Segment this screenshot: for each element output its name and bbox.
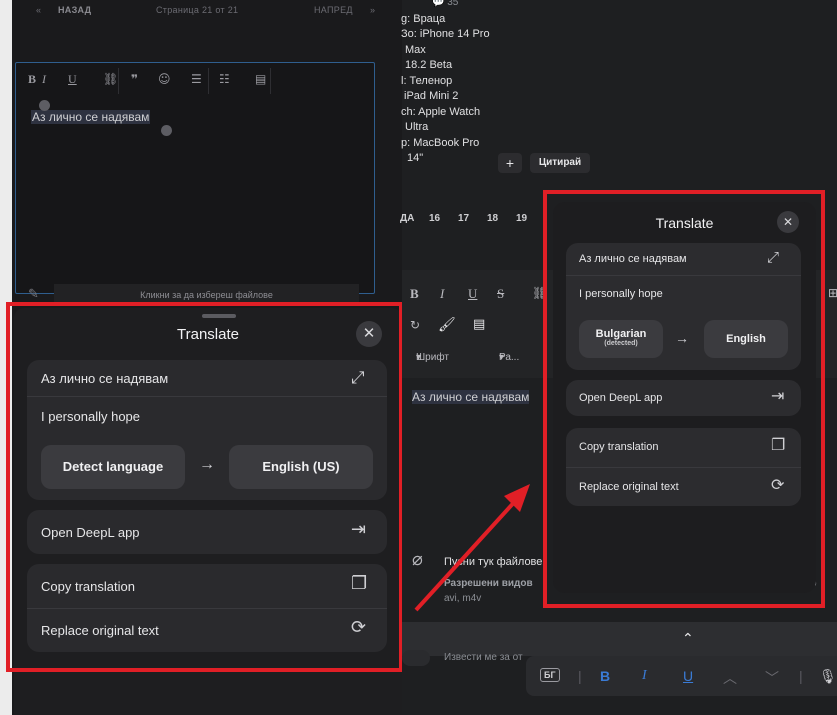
underline-button[interactable]: U (468, 286, 477, 302)
chevron-up-icon[interactable]: ⌃ (682, 630, 694, 647)
chevron-down-icon[interactable]: ﹀ (765, 668, 779, 688)
page-link[interactable]: ДА (400, 213, 414, 224)
info-line: Ultra (405, 121, 429, 133)
bullet-list-icon[interactable]: ☰ (191, 72, 202, 86)
back-chevron-icon[interactable]: « (36, 5, 41, 15)
info-line: Зо: iPhone 14 Pro (401, 28, 490, 40)
link-icon[interactable]: ⛓ (103, 72, 118, 86)
page-link[interactable]: 18 (487, 213, 498, 224)
italic-button[interactable]: I (42, 72, 46, 87)
underline-button[interactable]: U (68, 72, 77, 87)
strikethrough-button[interactable]: S (497, 286, 504, 302)
numbered-list-icon[interactable]: ☷ (219, 72, 230, 86)
paperclip-icon[interactable]: ✎ (28, 286, 39, 302)
page-link[interactable]: 17 (458, 213, 469, 224)
back-link[interactable]: НАЗАД (58, 5, 91, 15)
info-line: l: Теленор (401, 75, 453, 87)
toolbar-divider (208, 68, 209, 94)
bold-button[interactable]: B (600, 668, 610, 684)
bold-button[interactable]: B (410, 286, 419, 302)
selection-start-handle[interactable] (39, 100, 50, 111)
selected-text[interactable]: Аз лично се надявам (412, 390, 530, 404)
next-chevron-icon[interactable]: » (370, 5, 375, 15)
arrow-line (414, 496, 520, 612)
info-line: p: MacBook Pro (401, 137, 480, 149)
selected-text[interactable]: Аз лично се надявам (31, 110, 151, 124)
annotation-arrow (414, 484, 530, 612)
quote-icon[interactable]: ❞ (131, 72, 138, 86)
info-line: ch: Apple Watch (401, 106, 481, 118)
microphone-icon[interactable]: 🎙 (819, 668, 837, 685)
notify-toggle[interactable] (402, 650, 430, 666)
italic-button[interactable]: I (642, 668, 647, 684)
undo-icon[interactable]: ↻ (410, 318, 420, 332)
size-dropdown[interactable]: Ра... ▾ (499, 352, 519, 363)
divider: | (578, 668, 582, 684)
divider: | (799, 668, 803, 684)
reply-editor[interactable] (15, 62, 375, 294)
more-icon[interactable]: ⊞ (828, 286, 837, 300)
keyboard-accessory-bar: БГ | B I U ︿ ﹀ | 🎙 (526, 656, 837, 696)
highlight-box-right (543, 190, 825, 608)
italic-button[interactable]: I (440, 286, 444, 302)
info-line: 18.2 Beta (405, 59, 453, 71)
paint-brush-icon[interactable]: 🖌 (438, 316, 456, 333)
keyboard-language-button[interactable]: БГ (540, 668, 560, 682)
bold-button[interactable]: B (28, 72, 36, 87)
page-link[interactable]: 19 (516, 213, 527, 224)
toolbar-divider (270, 68, 271, 94)
page-indicator: Страница 21 от 21 (156, 5, 239, 15)
font-dropdown[interactable]: Шрифт ▾ (416, 352, 449, 363)
info-line: iPad Mini 2 (404, 90, 459, 102)
next-link[interactable]: НАПРЕД (314, 5, 353, 15)
highlight-box-left (6, 302, 403, 672)
chevron-up-icon[interactable]: ︿ (723, 668, 737, 688)
document-icon[interactable]: ▤ (473, 316, 485, 332)
selection-end-handle[interactable] (161, 125, 172, 136)
info-line: g: Враца (401, 13, 446, 25)
comment-count: 💬 35 (432, 0, 458, 8)
info-line: Max (405, 44, 426, 56)
info-line: 14" (407, 152, 424, 164)
page-link[interactable]: 16 (429, 213, 440, 224)
underline-button[interactable]: U (683, 668, 693, 684)
quote-button[interactable]: Цитирай (530, 153, 590, 173)
toolbar-divider (118, 68, 119, 94)
emoji-icon[interactable]: ☺ (158, 72, 171, 86)
notify-label: Извести ме за от (444, 652, 523, 663)
document-icon[interactable]: ▤ (255, 72, 266, 86)
comment-icon: 💬 (432, 0, 445, 8)
add-button[interactable]: + (498, 153, 522, 173)
pagination-bar: « НАЗАД Страница 21 от 21 НАПРЕД » (12, 0, 402, 22)
